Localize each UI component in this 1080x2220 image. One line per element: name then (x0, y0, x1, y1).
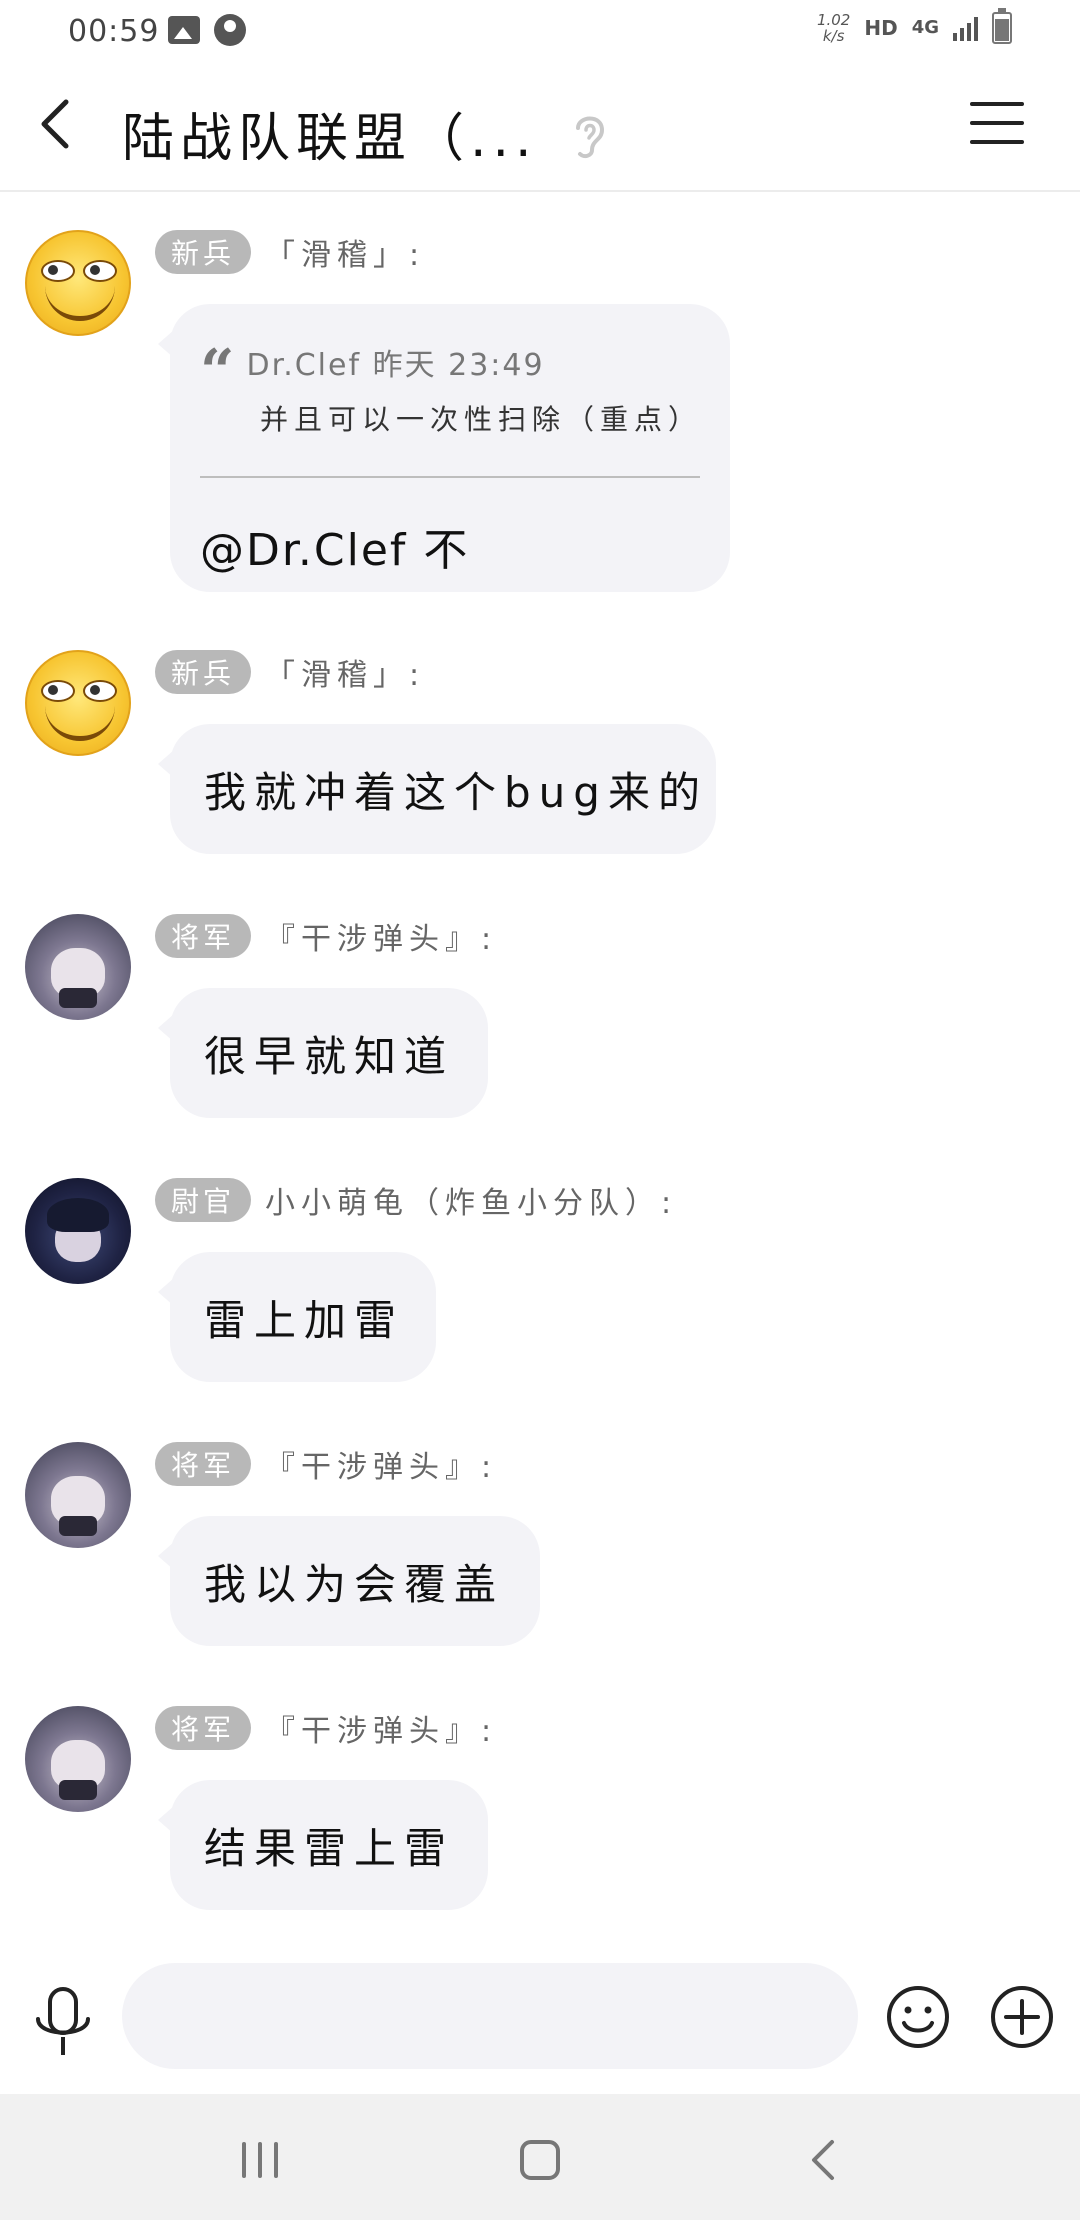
message-bubble[interactable]: 很早就知道 (158, 988, 488, 1118)
message-text: @Dr.Clef 不 (200, 525, 470, 576)
home-icon (520, 2140, 560, 2180)
smiley-icon (887, 1986, 949, 2048)
chat-title[interactable]: 陆战队联盟（... (122, 96, 538, 171)
message-text: 我以为会覆盖 (204, 1559, 505, 1609)
recent-apps-button[interactable] (238, 2140, 282, 2180)
account-notification-icon (214, 14, 246, 46)
sender-name[interactable]: 『干涉弹头』: (265, 1706, 497, 1750)
message-bubble[interactable]: 我就冲着这个bug来的 (158, 724, 716, 854)
rank-badge: 将军 (155, 1442, 252, 1486)
more-button[interactable] (990, 1985, 1054, 2049)
battery-icon (992, 8, 1012, 44)
rank-badge: 尉官 (155, 1178, 252, 1222)
voice-button[interactable] (28, 1985, 98, 2063)
home-button[interactable] (518, 2138, 562, 2182)
menu-button[interactable] (970, 102, 1024, 152)
chat-header: 陆战队联盟（... (0, 66, 1080, 192)
sender-name[interactable]: 『干涉弹头』: (265, 914, 497, 958)
message-input[interactable] (122, 1963, 858, 2069)
rank-badge: 新兵 (155, 650, 252, 694)
avatar-funny-face[interactable] (25, 230, 131, 336)
status-time: 00:59 (68, 14, 160, 49)
message-bubble[interactable]: 结果雷上雷 (158, 1780, 488, 1910)
menu-icon-line (970, 121, 1024, 125)
signal-icon (953, 15, 978, 41)
avatar-funny-face[interactable] (25, 650, 131, 756)
status-bar: 00:59 1.02 k/s HD 4G (0, 0, 1080, 66)
rank-badge: 将军 (155, 914, 252, 958)
quote-divider (200, 476, 700, 478)
rank-badge: 将军 (155, 1706, 252, 1750)
gallery-notification-icon (168, 16, 200, 44)
message-text: 结果雷上雷 (204, 1823, 455, 1873)
avatar-anime-white-hair[interactable] (25, 1442, 131, 1548)
sender-name[interactable]: 『干涉弹头』: (265, 1442, 497, 1486)
menu-icon-line (970, 102, 1024, 106)
emoji-button[interactable] (886, 1985, 950, 2049)
sender-name[interactable]: 「滑稽」: (265, 650, 425, 694)
network-speed-unit: k/s (822, 27, 845, 45)
avatar-anime-dark-hair[interactable] (25, 1178, 131, 1284)
message-text: 我就冲着这个bug来的 (204, 767, 708, 817)
hd-voice-indicator: HD (864, 16, 898, 40)
message-bubble[interactable]: “ Dr.Clef 昨天 23:49 并且可以一次性扫除（重点） @Dr.Cle… (158, 304, 730, 592)
avatar-anime-white-hair[interactable] (25, 914, 131, 1020)
quote-mark-icon: “ (200, 337, 237, 407)
sender-name[interactable]: 「滑稽」: (265, 230, 425, 274)
back-button[interactable] (30, 94, 90, 154)
message-text: 雷上加雷 (204, 1295, 405, 1345)
system-back-button[interactable] (806, 2138, 842, 2182)
plus-icon (991, 1986, 1053, 2048)
system-nav-bar (0, 2094, 1080, 2220)
microphone-icon (36, 1987, 90, 2055)
message-text: 很早就知道 (204, 1031, 455, 1081)
message-bubble[interactable]: 我以为会覆盖 (158, 1516, 540, 1646)
menu-icon-line (970, 140, 1024, 144)
network-speed: 1.02 k/s (817, 12, 850, 44)
message-bubble[interactable]: 雷上加雷 (158, 1252, 436, 1382)
avatar-anime-white-hair[interactable] (25, 1706, 131, 1812)
back-arrow-icon (41, 99, 69, 149)
rank-badge: 新兵 (155, 230, 252, 274)
input-bar (0, 1945, 1080, 2095)
network-speed-value: 1.02 (816, 11, 851, 29)
ear-icon[interactable] (570, 110, 610, 160)
network-type: 4G (911, 17, 939, 38)
back-icon (812, 2140, 834, 2180)
quote-header: “ Dr.Clef 昨天 23:49 (200, 337, 700, 407)
sender-name[interactable]: 小小萌龟（炸鱼小分队）: (265, 1178, 677, 1222)
quote-author-time: Dr.Clef 昨天 23:49 (246, 348, 545, 383)
quote-text: 并且可以一次性扫除（重点） (260, 403, 703, 436)
recent-apps-icon (242, 2142, 278, 2178)
